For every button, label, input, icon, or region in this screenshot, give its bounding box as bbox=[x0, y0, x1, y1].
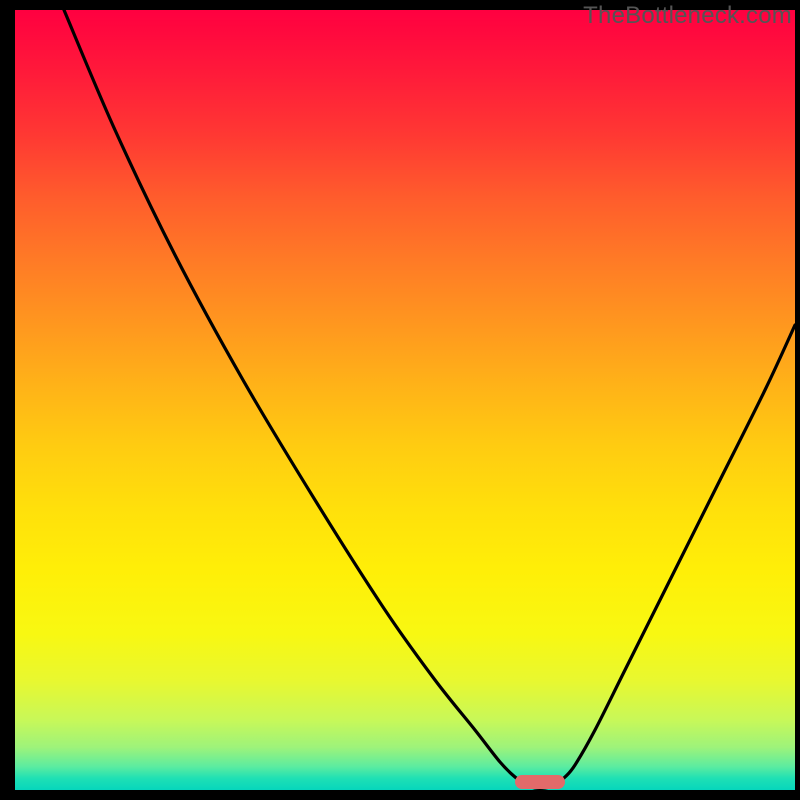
watermark-label: TheBottleneck.com bbox=[583, 2, 792, 30]
optimal-marker bbox=[515, 775, 565, 789]
chart-container: TheBottleneck.com bbox=[0, 0, 800, 800]
plot-area bbox=[15, 10, 795, 790]
bottleneck-curve bbox=[15, 10, 795, 790]
